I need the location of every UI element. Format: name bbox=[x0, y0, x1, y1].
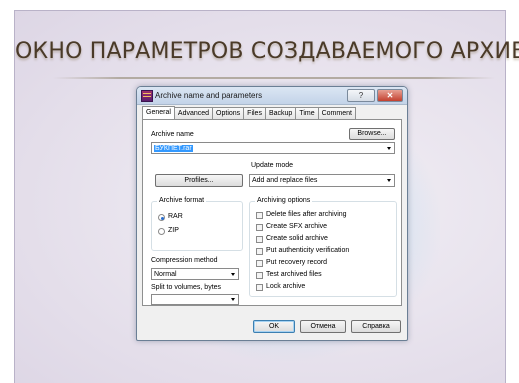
create-solid-checkbox[interactable] bbox=[256, 236, 263, 243]
ok-button[interactable]: OK bbox=[253, 320, 295, 333]
zip-radio[interactable] bbox=[158, 228, 165, 235]
dialog-title: Archive name and parameters bbox=[155, 91, 263, 100]
chevron-down-icon[interactable] bbox=[231, 298, 235, 301]
archiving-options-title: Archiving options bbox=[255, 197, 313, 204]
rar-radio[interactable] bbox=[158, 214, 165, 221]
rar-label[interactable]: RAR bbox=[168, 213, 183, 220]
tab-options[interactable]: Options bbox=[212, 107, 245, 119]
tab-strip: General Advanced Options Files Backup Ti… bbox=[142, 106, 356, 119]
browse-button[interactable]: Browse... bbox=[349, 128, 395, 140]
tab-backup[interactable]: Backup bbox=[264, 107, 297, 119]
chevron-down-icon[interactable] bbox=[387, 179, 391, 182]
zip-label[interactable]: ZIP bbox=[168, 227, 179, 234]
delete-files-label[interactable]: Delete files after archiving bbox=[266, 211, 347, 218]
authenticity-checkbox[interactable] bbox=[256, 248, 263, 255]
compression-method-select[interactable]: Normal bbox=[151, 268, 239, 280]
compression-method-value: Normal bbox=[154, 271, 177, 278]
recovery-record-checkbox[interactable] bbox=[256, 260, 263, 267]
archive-format-title: Archive format bbox=[157, 197, 207, 204]
create-sfx-checkbox[interactable] bbox=[256, 224, 263, 231]
chevron-down-icon[interactable] bbox=[387, 147, 391, 150]
authenticity-label[interactable]: Put authenticity verification bbox=[266, 247, 349, 254]
slide-title: ОКНО ПАРАМЕТРОВ СОЗДАВАЕМОГО АРХИВА bbox=[15, 39, 519, 64]
general-tab-panel: Archive name Browse... БУКПЕТ.rar Update… bbox=[142, 119, 402, 306]
compression-method-label: Compression method bbox=[151, 257, 218, 264]
split-volumes-input[interactable] bbox=[151, 294, 239, 305]
tab-general[interactable]: General bbox=[142, 106, 175, 119]
chevron-down-icon[interactable] bbox=[231, 273, 235, 276]
recovery-record-label[interactable]: Put recovery record bbox=[266, 259, 327, 266]
dialog-titlebar[interactable]: Archive name and parameters ? ✕ bbox=[137, 87, 407, 105]
archive-format-group: Archive format RAR ZIP bbox=[151, 197, 243, 251]
help-button[interactable]: Справка bbox=[351, 320, 401, 333]
create-sfx-label[interactable]: Create SFX archive bbox=[266, 223, 327, 230]
tab-advanced[interactable]: Advanced bbox=[173, 107, 214, 119]
create-solid-label[interactable]: Create solid archive bbox=[266, 235, 328, 242]
update-mode-value: Add and replace files bbox=[252, 177, 318, 184]
update-mode-label: Update mode bbox=[251, 162, 294, 169]
tab-time[interactable]: Time bbox=[295, 107, 319, 119]
tab-files[interactable]: Files bbox=[243, 107, 266, 119]
close-button[interactable]: ✕ bbox=[377, 89, 403, 102]
winrar-app-icon bbox=[141, 90, 153, 102]
help-title-button[interactable]: ? bbox=[347, 89, 375, 102]
archiving-options-group: Archiving options Delete files after arc… bbox=[249, 197, 397, 297]
update-mode-select[interactable]: Add and replace files bbox=[249, 174, 395, 187]
test-archived-checkbox[interactable] bbox=[256, 272, 263, 279]
archive-name-input[interactable]: БУКПЕТ.rar bbox=[151, 142, 395, 154]
split-volumes-label: Split to volumes, bytes bbox=[151, 284, 222, 291]
archive-name-value: БУКПЕТ.rar bbox=[154, 145, 193, 152]
cancel-button[interactable]: Отмена bbox=[300, 320, 346, 333]
test-archived-label[interactable]: Test archived files bbox=[266, 271, 322, 278]
lock-archive-label[interactable]: Lock archive bbox=[266, 283, 305, 290]
lock-archive-checkbox[interactable] bbox=[256, 284, 263, 291]
profiles-button[interactable]: Profiles... bbox=[155, 174, 243, 187]
archive-name-label: Archive name bbox=[151, 131, 194, 138]
title-divider bbox=[53, 77, 495, 79]
tab-comment[interactable]: Comment bbox=[317, 107, 356, 119]
delete-files-checkbox[interactable] bbox=[256, 212, 263, 219]
archive-parameters-dialog: Archive name and parameters ? ✕ General … bbox=[136, 86, 408, 341]
